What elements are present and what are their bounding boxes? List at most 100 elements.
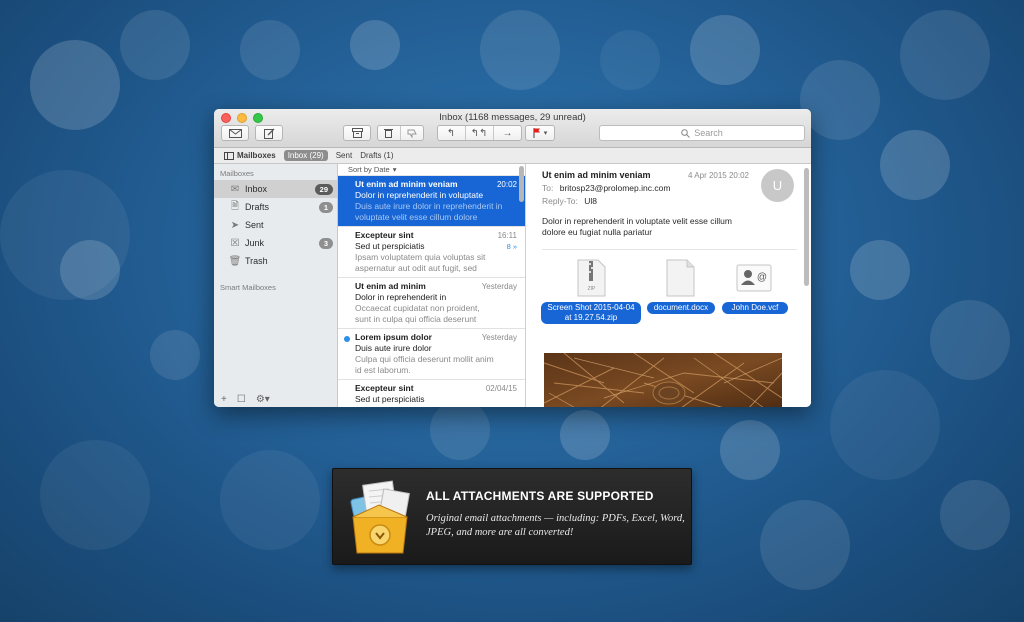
zip-file-icon[interactable]: ZIP [572, 259, 610, 297]
get-mail-button[interactable] [221, 125, 249, 141]
mail-window: Inbox (1168 messages, 29 unread) ↰ ↰↰ → … [214, 109, 811, 407]
thumbs-down-icon [407, 129, 417, 138]
message-list-scrollbar[interactable] [519, 166, 524, 202]
reply-to-address[interactable]: Ul8 [584, 196, 597, 206]
sidebar-item-junk[interactable]: ☒ Junk 3 [214, 234, 337, 252]
svg-text:ZIP: ZIP [588, 286, 596, 292]
favorites-drafts[interactable]: Drafts (1) [360, 151, 393, 160]
message-subject: Dolor in reprehenderit in [355, 292, 447, 302]
title-bar: Inbox (1168 messages, 29 unread) ↰ ↰↰ → … [214, 109, 811, 148]
junk-button[interactable] [401, 126, 424, 140]
attachment-label-docx[interactable]: document.docx [647, 302, 715, 314]
attachment-label-vcf[interactable]: John Doe.vcf [722, 302, 788, 314]
svg-text:@: @ [757, 272, 767, 283]
sidebar-item-drafts[interactable]: 🗎 Drafts 1 [214, 198, 337, 216]
gear-icon[interactable]: ⚙▾ [256, 394, 270, 405]
message-preview: id est laborum. [355, 365, 411, 375]
favorites-bar: Mailboxes Inbox (29) Sent Drafts (1) [214, 148, 811, 164]
divider [542, 249, 797, 250]
promo-text: Original email attachments — including: … [426, 513, 685, 538]
search-icon [681, 128, 691, 138]
message-sender: Ut enim ad minim veniam [355, 179, 458, 189]
drafts-badge: 1 [318, 201, 333, 213]
message-subject: Sed ut perspiciatis [355, 394, 425, 404]
message-subject: Sed ut perspiciatis [355, 241, 425, 251]
trash-icon [384, 129, 393, 138]
red-flag-icon [533, 128, 540, 138]
message-preview: Occaecat cupidatat non proident, [355, 303, 480, 313]
message-date: 02/04/15 [485, 384, 517, 393]
favorites-inbox[interactable]: Inbox (29) [283, 150, 328, 161]
avatar: U [761, 169, 794, 202]
sidebar: Mailboxes ✉ Inbox 29 🗎 Drafts 1 ➤ Sent ☒… [214, 164, 338, 407]
message-date: Yesterday [481, 333, 517, 342]
message-date: 20:02 [496, 180, 517, 189]
archive-icon [351, 128, 363, 138]
sidebar-item-inbox[interactable]: ✉ Inbox 29 [214, 180, 337, 198]
message-preview: aspernatur aut odit aut fugit, sed [355, 263, 477, 273]
message-preview: Ipsam voluptatem quia voluptas sit [355, 252, 486, 262]
forward-button[interactable]: → [494, 126, 522, 140]
list-item[interactable]: Excepteur sint 16:11 8 » Sed ut perspici… [338, 227, 525, 278]
message-header-subject: Ut enim ad minim veniam [542, 170, 651, 180]
attachment-label-zip[interactable]: Screen Shot 2015-04-04 at 19.27.54.zip [541, 302, 641, 324]
flag-button[interactable]: ▾ [525, 125, 555, 141]
sidebar-section-mailboxes: Mailboxes [220, 169, 254, 178]
unread-badge: 29 [314, 183, 333, 195]
search-placeholder: Search [694, 128, 723, 138]
list-item[interactable]: Excepteur sint 02/04/15 Sed ut perspicia… [338, 380, 525, 407]
reply-to-line: Reply-To: Ul8 [542, 196, 598, 206]
junk-badge: 3 [318, 237, 333, 249]
reading-pane: Ut enim ad minim veniam 4 Apr 2015 20:02… [526, 164, 811, 407]
message-preview: Culpa qui officia deserunt mollit anim [355, 354, 494, 364]
junk-tray-icon: ☒ [230, 237, 240, 249]
sidebar-toggle-icon [224, 151, 234, 160]
promo-banner: ALL ATTACHMENTS ARE SUPPORTED Original e… [332, 468, 692, 565]
message-header-date: 4 Apr 2015 20:02 [688, 171, 749, 180]
archive-button[interactable] [343, 125, 371, 141]
message-preview: voluptate velit esse cillum dolore [355, 212, 478, 222]
mailbox-tray-icon[interactable]: ☐ [237, 394, 246, 405]
search-input[interactable]: Search [599, 125, 805, 141]
message-list: Sort by Date ▾ Ut enim ad minim veniam 2… [338, 164, 526, 407]
message-date: Yesterday [481, 282, 517, 291]
sidebar-section-smart-mailboxes: Smart Mailboxes [220, 283, 276, 292]
chevron-down-icon: ▾ [392, 165, 397, 174]
message-sender: Excepteur sint [355, 230, 414, 240]
sort-control[interactable]: Sort by Date ▾ [338, 164, 525, 176]
delete-junk-group [377, 125, 424, 141]
thread-count-badge[interactable]: 8 » [507, 241, 517, 252]
attached-photo-preview[interactable] [544, 353, 782, 407]
paper-plane-icon: ➤ [230, 219, 240, 231]
message-preview: sunt in culpa qui officia deserunt [355, 314, 477, 324]
list-item[interactable]: Ut enim ad minim veniam 20:02 Dolor in r… [338, 176, 525, 227]
document-file-icon[interactable] [661, 259, 699, 297]
favorites-mailboxes-button[interactable]: Mailboxes [224, 151, 276, 160]
reply-forward-group: ↰ ↰↰ → [437, 125, 522, 141]
trash-icon: 🗑 [228, 255, 242, 267]
list-item[interactable]: Lorem ipsum dolor Yesterday Duis aute ir… [338, 329, 525, 380]
sidebar-item-trash[interactable]: 🗑 Trash [214, 252, 337, 270]
message-subject: Duis aute irure dolor [355, 343, 432, 353]
contact-card-icon[interactable]: @ [735, 259, 773, 297]
reply-icon: ↰ [446, 127, 456, 139]
message-subject: Dolor in reprehenderit in voluptate [355, 190, 484, 200]
reply-all-icon: ↰↰ [470, 127, 488, 139]
forward-arrow-icon: → [502, 127, 513, 139]
reply-all-button[interactable]: ↰↰ [466, 126, 494, 140]
add-mailbox-icon[interactable]: + [221, 394, 227, 405]
favorites-sent[interactable]: Sent [336, 151, 352, 160]
recipient-address[interactable]: britosp23@prolomep.inc.com [560, 183, 671, 193]
sidebar-item-sent[interactable]: ➤ Sent [214, 216, 337, 234]
compose-button[interactable] [255, 125, 283, 141]
mail-attachment-box-icon [350, 480, 410, 554]
compose-icon [263, 128, 274, 139]
to-line: To: britosp23@prolomep.inc.com [542, 183, 671, 193]
message-preview: Duis aute irure dolor in reprehenderit i… [355, 201, 503, 211]
delete-button[interactable] [378, 126, 401, 140]
unread-dot-icon [344, 336, 350, 342]
promo-title: ALL ATTACHMENTS ARE SUPPORTED [426, 489, 654, 503]
list-item[interactable]: Ut enim ad minim Yesterday Dolor in repr… [338, 278, 525, 329]
reply-button[interactable]: ↰ [438, 126, 466, 140]
reading-pane-scrollbar[interactable] [804, 168, 809, 286]
